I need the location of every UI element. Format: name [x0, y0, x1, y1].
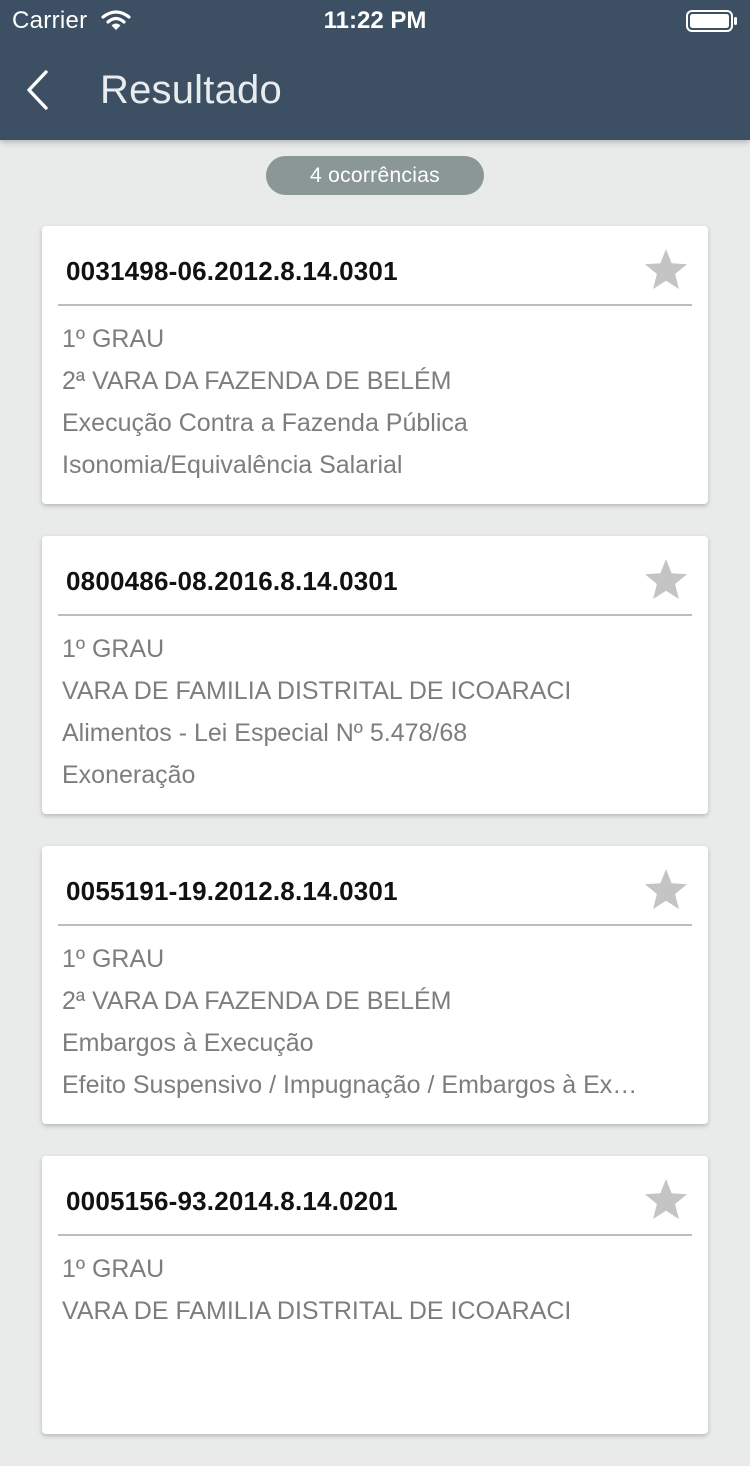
result-card[interactable]: 0800486-08.2016.8.14.0301 1º GRAU VARA D… [42, 536, 708, 814]
subject-label: Exoneração [62, 761, 196, 789]
process-number: 0800486-08.2016.8.14.0301 [66, 566, 398, 596]
card-divider [58, 304, 692, 306]
card-divider [58, 924, 692, 926]
process-number: 0031498-06.2012.8.14.0301 [66, 256, 398, 286]
class-label: Alimentos - Lei Especial Nº 5.478/68 [62, 719, 468, 747]
card-details: 1º GRAU 2ª VARA DA FAZENDA DE BELÉM Emba… [62, 938, 692, 1106]
instance-label: 1º GRAU [62, 1255, 165, 1283]
star-icon[interactable] [643, 247, 689, 291]
results-list: 0031498-06.2012.8.14.0301 1º GRAU 2ª VAR… [42, 226, 708, 1466]
card-divider [58, 1234, 692, 1236]
class-label [62, 1332, 692, 1374]
process-number: 0055191-19.2012.8.14.0301 [66, 876, 398, 906]
process-number: 0005156-93.2014.8.14.0201 [66, 1186, 398, 1216]
card-details: 1º GRAU VARA DE FAMILIA DISTRITAL DE ICO… [62, 1248, 692, 1416]
subject-label [62, 1374, 692, 1416]
star-icon[interactable] [643, 867, 689, 911]
court-label: VARA DE FAMILIA DISTRITAL DE ICOARACI [62, 677, 572, 705]
battery-icon [686, 10, 738, 32]
court-label: 2ª VARA DA FAZENDA DE BELÉM [62, 367, 452, 395]
court-label: VARA DE FAMILIA DISTRITAL DE ICOARACI [62, 1297, 572, 1325]
star-icon[interactable] [643, 1177, 689, 1221]
chevron-left-icon[interactable] [20, 68, 56, 112]
class-label: Embargos à Execução [62, 1029, 314, 1057]
card-details: 1º GRAU VARA DE FAMILIA DISTRITAL DE ICO… [62, 628, 692, 796]
result-card[interactable]: 0031498-06.2012.8.14.0301 1º GRAU 2ª VAR… [42, 226, 708, 504]
navigation-bar: Resultado [0, 40, 750, 140]
instance-label: 1º GRAU [62, 325, 165, 353]
class-label: Execução Contra a Fazenda Pública [62, 409, 468, 437]
result-count-badge: 4 ocorrências [266, 156, 484, 195]
instance-label: 1º GRAU [62, 945, 165, 973]
subject-label: Efeito Suspensivo / Impugnação / Embargo… [62, 1071, 638, 1099]
card-divider [58, 614, 692, 616]
instance-label: 1º GRAU [62, 635, 165, 663]
page-title: Resultado [100, 68, 282, 112]
star-icon[interactable] [643, 557, 689, 601]
result-card[interactable]: 0055191-19.2012.8.14.0301 1º GRAU 2ª VAR… [42, 846, 708, 1124]
result-card[interactable]: 0005156-93.2014.8.14.0201 1º GRAU VARA D… [42, 1156, 708, 1434]
app-header: Carrier 11:22 PM Resultado [0, 0, 750, 140]
court-label: 2ª VARA DA FAZENDA DE BELÉM [62, 987, 452, 1015]
subject-label: Isonomia/Equivalência Salarial [62, 451, 403, 479]
card-details: 1º GRAU 2ª VARA DA FAZENDA DE BELÉM Exec… [62, 318, 692, 486]
clock: 11:22 PM [323, 7, 427, 34]
status-bar: Carrier 11:22 PM [0, 0, 750, 40]
